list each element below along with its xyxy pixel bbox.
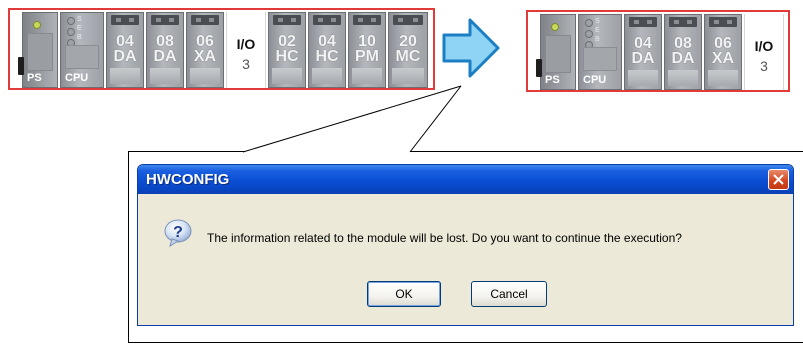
cpu-module[interactable]: S E B CPU [578,14,622,90]
module-code: 08 [674,35,692,52]
module-10pm[interactable]: 10 PM [348,12,386,88]
status-led-icon [67,28,75,36]
ps-label: PS [545,74,560,86]
led-label: E [77,25,82,32]
svg-text:?: ? [173,224,183,241]
status-led-icon [585,30,593,38]
right-arrow-icon [442,18,500,78]
io-slot[interactable]: I/O 3 [226,12,266,88]
module-type: HC [275,48,299,65]
led-label: S [595,18,600,25]
module-type: HC [315,48,339,65]
module-type: MC [395,48,421,65]
close-icon [773,174,784,185]
module-04da[interactable]: 04 DA [106,12,144,88]
power-led-icon [33,21,41,29]
led-label: E [595,27,600,34]
led-label: B [595,36,600,43]
module-06xa[interactable]: 06 XA [186,12,224,88]
module-code: 04 [116,33,134,50]
ps-module[interactable]: PS [536,14,576,90]
module-type: XA [193,48,217,65]
cpu-label: CPU [583,74,607,86]
status-led-icon [585,19,593,27]
io-label: I/O [236,36,256,52]
io-label: I/O [754,38,774,54]
rack-before: PS S E B CPU 04 DA 08 DA 06 XA I/O 3 02 [8,8,435,90]
close-button[interactable] [768,169,789,190]
status-led-icon [67,17,75,25]
module-type: XA [711,50,735,67]
rack-after: PS S E B CPU 04 DA 08 DA 06 XA I/O 3 [526,10,790,92]
module-08da[interactable]: 08 DA [146,12,184,88]
module-code: 06 [714,35,732,52]
dialog-body: ? The information related to the module … [141,194,790,322]
confirm-dialog: HWCONFIG ? The information related to th… [137,164,794,326]
module-04hc[interactable]: 04 HC [308,12,346,88]
module-type: DA [153,48,177,65]
module-code: 04 [318,33,336,50]
module-02hc[interactable]: 02 HC [268,12,306,88]
module-08da[interactable]: 08 DA [664,14,702,90]
led-label: S [77,16,82,23]
question-icon: ? [164,219,192,248]
module-code: 20 [399,33,417,50]
led-label: B [77,34,82,41]
cancel-button[interactable]: Cancel [471,281,547,307]
ps-module[interactable]: PS [18,12,58,88]
io-number: 3 [242,56,250,72]
module-type: PM [355,48,379,65]
power-led-icon [551,23,559,31]
module-06xa[interactable]: 06 XA [704,14,742,90]
module-type: DA [631,50,655,67]
cpu-label: CPU [65,72,89,84]
module-type: DA [671,50,695,67]
dialog-title: HWCONFIG [146,171,230,188]
dialog-titlebar[interactable]: HWCONFIG [138,165,793,194]
module-20mc[interactable]: 20 MC [388,12,428,88]
cpu-module[interactable]: S E B CPU [60,12,104,88]
rack-connector [536,59,542,77]
rack-connector [18,57,24,75]
io-number: 3 [760,58,768,74]
module-code: 10 [358,33,376,50]
module-code: 02 [278,33,296,50]
module-04da[interactable]: 04 DA [624,14,662,90]
io-slot[interactable]: I/O 3 [744,14,784,90]
ok-button[interactable]: OK [367,281,441,307]
module-type: DA [113,48,137,65]
module-code: 06 [196,33,214,50]
module-code: 04 [634,35,652,52]
module-code: 08 [156,33,174,50]
ps-label: PS [27,72,42,84]
dialog-message: The information related to the module wi… [207,231,682,245]
